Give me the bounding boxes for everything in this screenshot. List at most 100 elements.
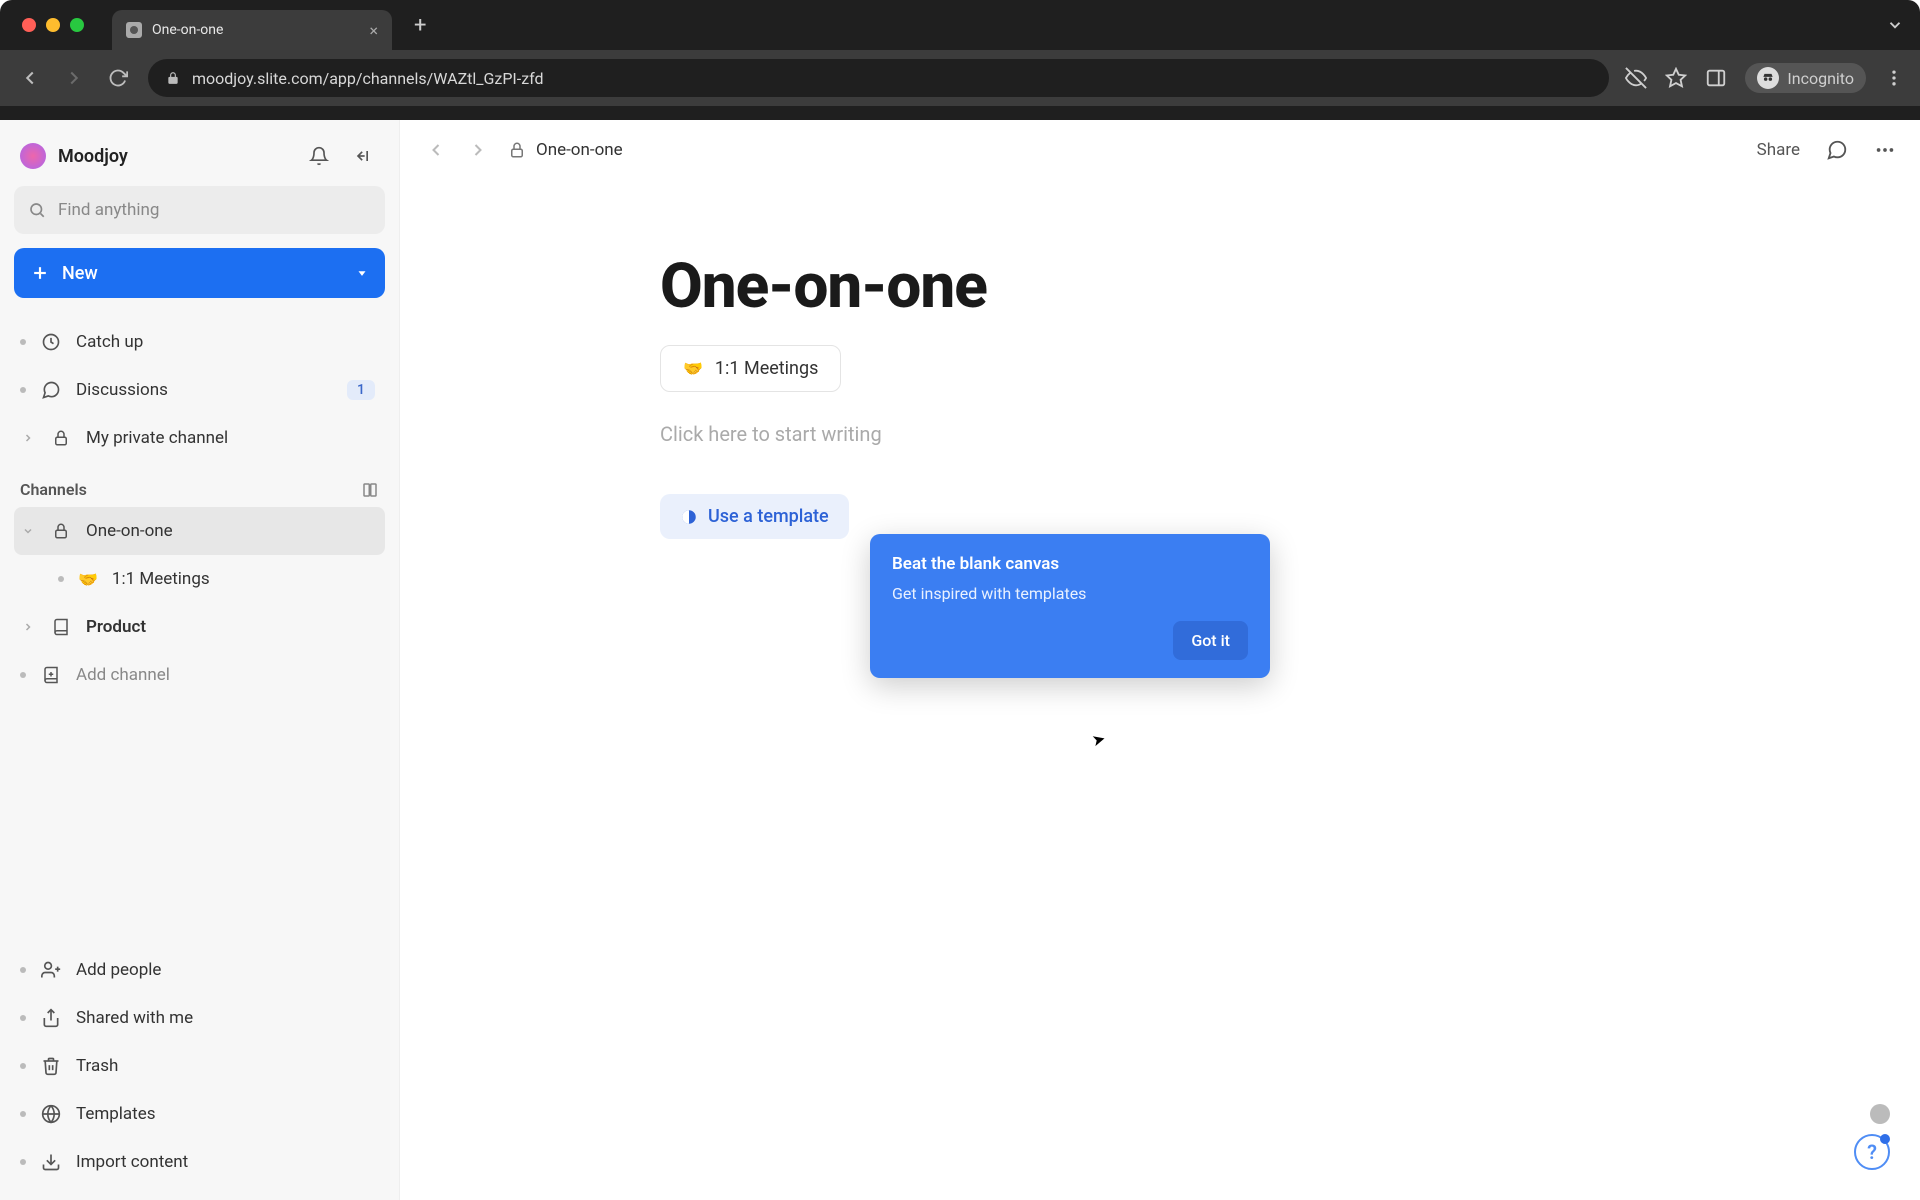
more-menu-button[interactable] <box>1874 139 1896 161</box>
sidebar-item-catch-up[interactable]: Catch up <box>14 318 385 366</box>
search-input[interactable] <box>14 186 385 234</box>
sidebar-item-label: One-on-one <box>86 521 173 541</box>
status-dot-icon <box>20 1063 26 1069</box>
status-dot-icon <box>20 1015 26 1021</box>
history-forward-button[interactable] <box>466 140 490 160</box>
sidebar-item-discussions[interactable]: Discussions 1 <box>14 366 385 414</box>
popover-confirm-button[interactable]: Got it <box>1173 621 1248 660</box>
forward-button[interactable] <box>60 64 88 92</box>
address-bar: moodjoy.slite.com/app/channels/WAZtl_GzP… <box>0 50 1920 106</box>
sidebar-item-import[interactable]: Import content <box>14 1138 385 1186</box>
incognito-badge[interactable]: Incognito <box>1745 63 1866 93</box>
sidebar-item-label: My private channel <box>86 428 228 448</box>
sidebar-item-meetings[interactable]: 🤝 1:1 Meetings <box>14 555 385 603</box>
presence-avatar-icon[interactable] <box>1870 1104 1890 1124</box>
lock-icon <box>50 429 72 447</box>
chevron-right-icon[interactable] <box>20 432 36 444</box>
maximize-window-button[interactable] <box>70 18 84 32</box>
channels-header-label: Channels <box>20 480 87 499</box>
lock-icon <box>508 141 526 159</box>
help-button[interactable]: ? <box>1854 1134 1890 1170</box>
sidebar-item-trash[interactable]: Trash <box>14 1042 385 1090</box>
search-field[interactable] <box>58 200 371 220</box>
tab-bar: One-on-one × + <box>0 0 1920 50</box>
chevron-right-icon[interactable] <box>20 621 36 633</box>
sidebar-item-private-channel[interactable]: My private channel <box>14 414 385 462</box>
panel-icon[interactable] <box>1705 67 1727 89</box>
chevron-down-icon <box>355 266 369 280</box>
status-dot-icon <box>20 1159 26 1165</box>
sidebar-item-label: Product <box>86 617 146 637</box>
chevron-down-icon[interactable] <box>20 525 36 537</box>
use-template-button[interactable]: Use a template <box>660 494 849 539</box>
handshake-emoji-icon: 🤝 <box>78 570 98 589</box>
template-icon <box>680 508 698 526</box>
status-dot-icon <box>20 1111 26 1117</box>
editor-placeholder[interactable]: Click here to start writing <box>660 422 1660 446</box>
popover-body: Get inspired with templates <box>892 584 1248 603</box>
sidebar-item-product[interactable]: Product <box>14 603 385 651</box>
breadcrumb[interactable]: One-on-one <box>508 140 623 160</box>
collapse-sidebar-button[interactable] <box>347 140 379 172</box>
onboarding-popover: Beat the blank canvas Get inspired with … <box>870 534 1270 678</box>
plus-icon <box>30 263 50 283</box>
main: One-on-one Share One-on-one 🤝 1:1 Meetin… <box>400 120 1920 1200</box>
tabs-overflow-icon[interactable] <box>1886 16 1904 34</box>
globe-icon <box>40 1104 62 1124</box>
incognito-label: Incognito <box>1787 69 1854 88</box>
workspace-name: Moodjoy <box>58 146 291 167</box>
chip-label: 1:1 Meetings <box>715 358 818 379</box>
sidebar-item-label: Templates <box>76 1104 156 1124</box>
sidebar-item-label: Add channel <box>76 665 170 685</box>
browser-chrome: One-on-one × + moodjoy.slite.com/app/cha… <box>0 0 1920 120</box>
tab-close-icon[interactable]: × <box>369 21 378 40</box>
document-area: One-on-one 🤝 1:1 Meetings Click here to … <box>660 180 1660 539</box>
clock-icon <box>40 332 62 352</box>
comments-button[interactable] <box>1826 139 1848 161</box>
download-icon <box>40 1152 62 1172</box>
status-dot-icon <box>20 967 26 973</box>
share-button[interactable]: Share <box>1757 140 1800 160</box>
new-button[interactable]: New <box>14 248 385 298</box>
new-button-label: New <box>62 263 98 284</box>
channels-collapse-icon[interactable] <box>361 481 379 499</box>
lock-icon <box>50 522 72 540</box>
browser-menu-icon[interactable] <box>1884 68 1904 88</box>
sidebar-item-one-on-one[interactable]: One-on-one <box>14 507 385 555</box>
incognito-icon <box>1757 67 1779 89</box>
url-field[interactable]: moodjoy.slite.com/app/channels/WAZtl_GzP… <box>148 59 1609 97</box>
sidebar-item-add-people[interactable]: Add people <box>14 946 385 994</box>
new-tab-button[interactable]: + <box>414 13 426 38</box>
notifications-button[interactable] <box>303 140 335 172</box>
user-plus-icon <box>40 960 62 980</box>
workspace-logo-icon <box>20 143 46 169</box>
app: Moodjoy New <box>0 120 1920 1200</box>
sidebar-item-label: Catch up <box>76 332 143 352</box>
bookmark-star-icon[interactable] <box>1665 67 1687 89</box>
history-back-button[interactable] <box>424 140 448 160</box>
back-button[interactable] <box>16 64 44 92</box>
sidebar-item-label: Shared with me <box>76 1008 193 1028</box>
eye-off-icon[interactable] <box>1625 67 1647 89</box>
sidebar-item-templates[interactable]: Templates <box>14 1090 385 1138</box>
status-dot-icon <box>20 339 26 345</box>
sidebar-item-label: Discussions <box>76 380 168 400</box>
cursor-icon: ➤ <box>1090 729 1108 751</box>
tab-title: One-on-one <box>152 22 359 38</box>
page-title[interactable]: One-on-one <box>660 250 1660 323</box>
topbar: One-on-one Share <box>400 120 1920 180</box>
status-dot-icon <box>20 387 26 393</box>
url-text: moodjoy.slite.com/app/channels/WAZtl_GzP… <box>192 69 544 88</box>
workspace-header[interactable]: Moodjoy <box>14 134 385 186</box>
sidebar-item-shared[interactable]: Shared with me <box>14 994 385 1042</box>
minimize-window-button[interactable] <box>46 18 60 32</box>
close-window-button[interactable] <box>22 18 36 32</box>
page-link-chip[interactable]: 🤝 1:1 Meetings <box>660 345 841 392</box>
popover-title: Beat the blank canvas <box>892 554 1248 574</box>
sidebar-item-add-channel[interactable]: Add channel <box>14 651 385 699</box>
handshake-emoji-icon: 🤝 <box>683 359 703 378</box>
browser-tab[interactable]: One-on-one × <box>112 10 392 50</box>
book-icon <box>50 618 72 636</box>
reload-button[interactable] <box>104 64 132 92</box>
window-controls <box>22 18 84 32</box>
